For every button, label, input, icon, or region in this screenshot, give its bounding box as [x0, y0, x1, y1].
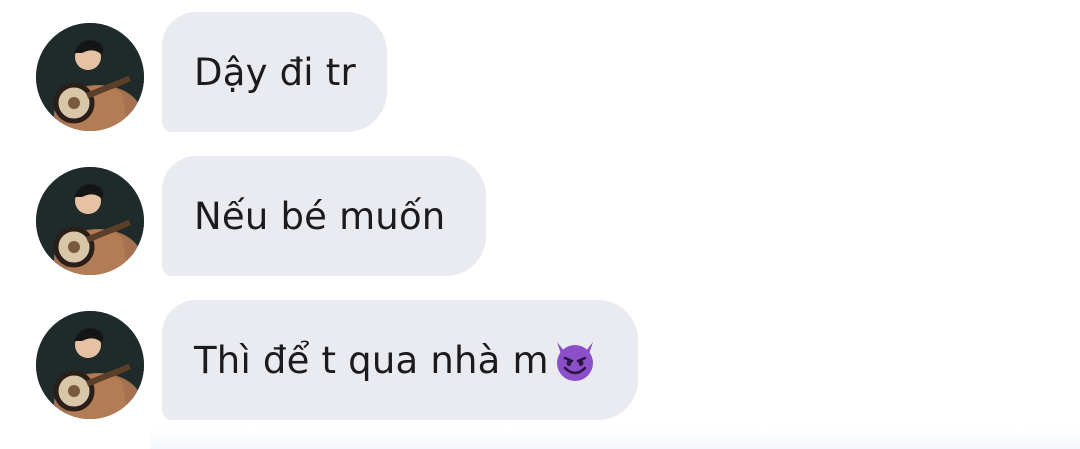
composer-shadow: [150, 429, 1080, 449]
avatar-image: [36, 311, 144, 419]
message-row: Thì để t qua nhà m: [0, 300, 1080, 422]
message-bubble[interactable]: Nếu bé muốn: [162, 156, 486, 276]
chat-thread: Dậy đi tr Nếu bé muốn Thì để t qua nhà m: [0, 0, 1080, 449]
smiling-devil-emoji: [556, 342, 593, 381]
avatar-image: [36, 167, 144, 275]
message-text: Thì để t qua nhà m: [194, 338, 549, 382]
avatar-image: [36, 23, 144, 131]
sender-avatar[interactable]: [36, 167, 144, 275]
message-text: Nếu bé muốn: [194, 194, 446, 238]
sender-avatar[interactable]: [36, 311, 144, 419]
message-bubble[interactable]: Dậy đi tr: [162, 12, 387, 132]
message-bubble[interactable]: Thì để t qua nhà m: [162, 300, 638, 420]
message-text: Dậy đi tr: [194, 50, 356, 94]
message-row: Nếu bé muốn: [0, 156, 1080, 278]
message-row: Dậy đi tr: [0, 12, 1080, 134]
sender-avatar[interactable]: [36, 23, 144, 131]
